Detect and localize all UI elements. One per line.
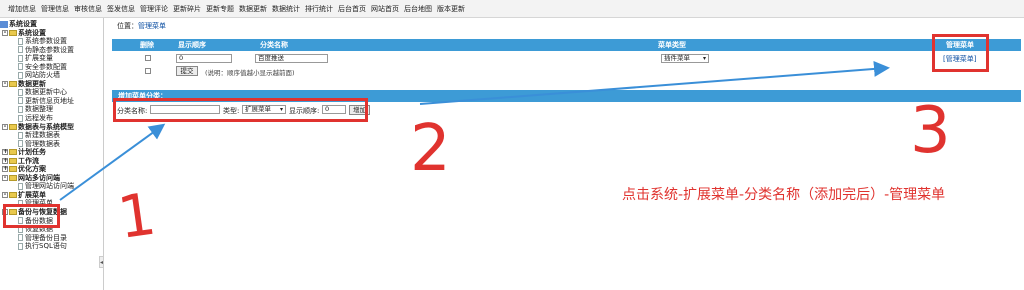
annotation-number-2: 2 xyxy=(410,112,451,186)
instruction-text: 点击系统-扩展菜单-分类名称（添加完后）-管理菜单 xyxy=(622,187,946,203)
annotation-number-3: 3 xyxy=(910,94,951,168)
annotation-number-1: 1 xyxy=(114,180,160,252)
annotation-overlay: 1 2 3 xyxy=(59,60,951,252)
arrow-to-manage-link xyxy=(419,60,890,105)
